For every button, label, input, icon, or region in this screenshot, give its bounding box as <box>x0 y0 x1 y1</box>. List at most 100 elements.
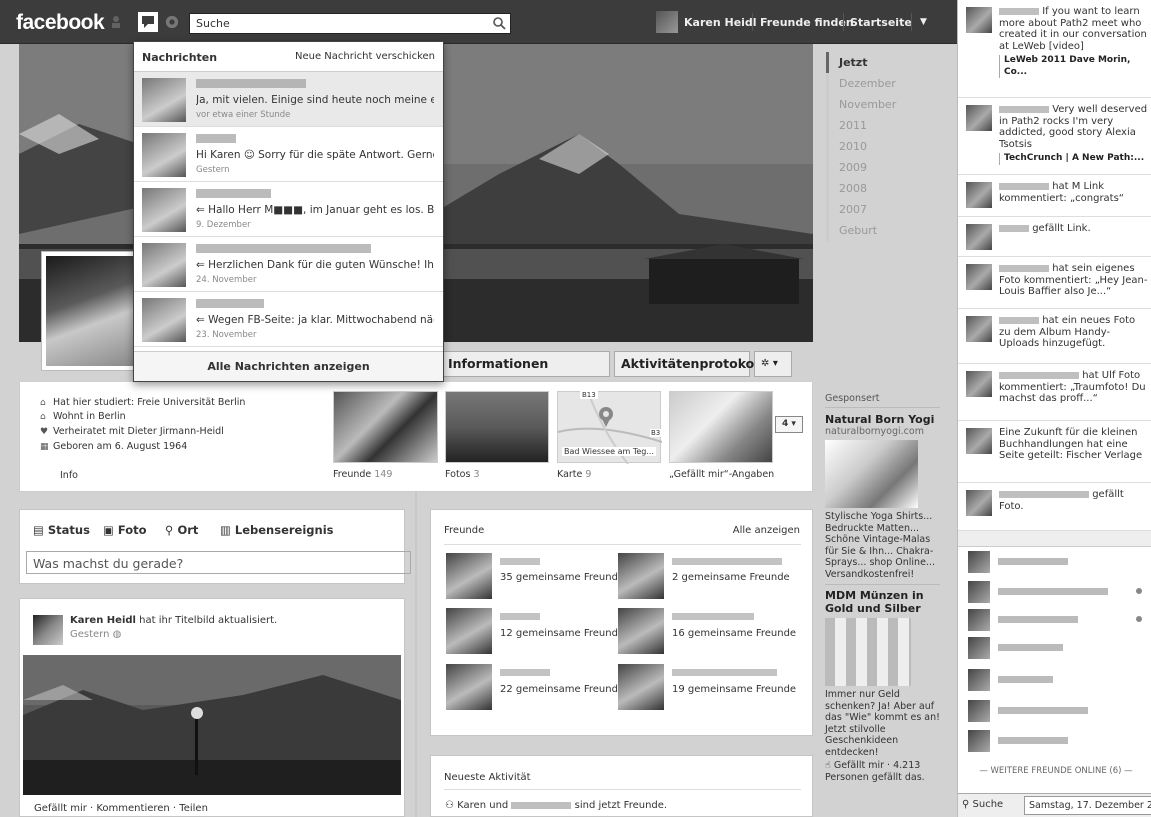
ticker-item[interactable]: hat ein neues Foto zu dem Album Handy-Up… <box>958 309 1151 364</box>
chat-friend[interactable] <box>958 668 1151 692</box>
post-actions[interactable]: Gefällt mir · Kommentieren · Teilen <box>34 803 208 814</box>
friends-tile-caption: Freunde 149 <box>333 469 392 480</box>
ticker-text: hat M Link kommentiert: „congrats“ <box>999 181 1149 204</box>
mutual-friends-count[interactable]: 16 gemeinsame Freunde <box>672 628 796 639</box>
notifications-icon[interactable] <box>164 15 180 29</box>
friend-requests-icon[interactable] <box>111 15 127 29</box>
timeline-item-2007[interactable]: 2007 <box>826 199 936 220</box>
message-item[interactable]: ⇐ Wegen FB-Seite: ja klar. Mittwochabend… <box>134 292 443 347</box>
ticker-text: gefällt Foto. <box>999 489 1149 512</box>
post-image[interactable] <box>23 655 401 795</box>
friend-name-blurred[interactable] <box>500 613 540 620</box>
ticker-item[interactable]: gefällt Link. <box>958 217 1151 257</box>
show-all-friends-link[interactable]: Alle anzeigen <box>733 525 800 536</box>
friend-name-blurred[interactable] <box>672 558 782 565</box>
message-item[interactable]: Ja, mit vielen. Einige sind heute noch m… <box>134 72 443 127</box>
more-sections-button[interactable]: 4 ▾ <box>775 416 803 433</box>
user-name-link[interactable]: Karen Heidl <box>684 16 757 29</box>
ad-title[interactable]: MDM Münzen in Gold und Silber <box>825 589 940 615</box>
ticker-item[interactable]: Eine Zukunft für die kleinen Buchhandlun… <box>958 421 1151 483</box>
tab-life-event[interactable]: ▥ Lebensereignis <box>220 523 334 537</box>
account-menu-chevron-icon[interactable]: ▼ <box>920 17 927 27</box>
ticker-resize-handle[interactable] <box>958 531 1151 547</box>
more-friends-online[interactable]: — WEITERE FREUNDE ONLINE (6) — <box>966 766 1146 776</box>
ad-url[interactable]: naturalbornyogi.com <box>825 426 940 437</box>
friend-avatar[interactable] <box>618 664 664 710</box>
friend-name-blurred[interactable] <box>511 801 572 809</box>
mutual-friends-count[interactable]: 12 gemeinsame Freunde <box>500 628 624 639</box>
ticker-item[interactable]: hat sein eigenes Foto kommentiert: „Hey … <box>958 257 1151 309</box>
chat-friend[interactable] <box>958 729 1151 753</box>
timeline-item-november[interactable]: November <box>826 94 936 115</box>
chat-friend[interactable] <box>958 699 1151 723</box>
friend-name-blurred[interactable] <box>500 558 540 565</box>
find-friends-link[interactable]: Freunde finden <box>760 16 854 29</box>
post-timestamp[interactable]: Gestern ◍ <box>70 629 121 640</box>
tab-photo[interactable]: ▣ Foto <box>103 523 147 537</box>
about-relationship: ♥ Verheiratet mit Dieter Jirmann-Heidl <box>40 426 224 437</box>
ticker-link[interactable]: LeWeb 2011 Dave Morin, Co... <box>999 55 1149 78</box>
show-all-messages-link[interactable]: Alle Nachrichten anzeigen <box>134 351 443 381</box>
message-item[interactable]: ⇐ Herzlichen Dank für die guten Wünsche!… <box>134 237 443 292</box>
ticker-item[interactable]: gefällt Foto. <box>958 483 1151 531</box>
activity-item[interactable]: ⚇ Karen und sind jetzt Freunde. <box>445 800 667 811</box>
mutual-friends-count[interactable]: 22 gemeinsame Freunde <box>500 684 624 695</box>
chat-friend[interactable] <box>958 608 1151 632</box>
ad-like[interactable]: ☝ Gefällt mir · 4.213 Personen gefällt d… <box>825 760 940 783</box>
likes-tile[interactable] <box>669 391 773 463</box>
timeline-item-2010[interactable]: 2010 <box>826 136 936 157</box>
info-link[interactable]: Info <box>60 470 78 481</box>
search-icon[interactable] <box>492 16 506 30</box>
chat-search-button[interactable]: ⚲ Suche <box>962 799 1003 810</box>
mutual-friends-count[interactable]: 35 gemeinsame Freunde <box>500 572 624 583</box>
search-input[interactable]: Suche <box>189 13 511 34</box>
post-author-avatar[interactable] <box>33 615 63 645</box>
friends-tile[interactable] <box>333 391 438 463</box>
friend-name-blurred[interactable] <box>672 669 777 676</box>
activity-log-button[interactable]: Aktivitätenprotokoll <box>614 351 763 377</box>
friend-avatar[interactable] <box>618 608 664 654</box>
ticker-item[interactable]: hat Ulf Foto kommentiert: „Traumfoto! Du… <box>958 364 1151 421</box>
timeline-item-2009[interactable]: 2009 <box>826 157 936 178</box>
mutual-friends-count[interactable]: 2 gemeinsame Freunde <box>672 572 790 583</box>
ticker-item[interactable]: Very well deserved in Path2 rocks I'm ve… <box>958 98 1151 175</box>
ad-title[interactable]: Natural Born Yogi <box>825 413 940 426</box>
message-item[interactable]: ⇐ Hallo Herr M■■■, im Januar geht es los… <box>134 182 443 237</box>
ticker-link[interactable]: TechCrunch | A New Path:... <box>999 153 1149 165</box>
friend-name-blurred[interactable] <box>500 669 550 676</box>
home-link[interactable]: Startseite <box>850 16 912 29</box>
profile-picture[interactable] <box>41 251 141 371</box>
new-message-link[interactable]: Neue Nachricht verschicken <box>295 51 435 62</box>
timeline-item-2011[interactable]: 2011 <box>826 115 936 136</box>
chat-friend[interactable] <box>958 580 1151 604</box>
ad-image[interactable] <box>825 440 918 508</box>
timeline-item-december[interactable]: Dezember <box>826 73 936 94</box>
facebook-logo[interactable]: facebook <box>16 11 105 35</box>
timeline-item-birth[interactable]: Geburt <box>826 220 936 241</box>
user-avatar[interactable] <box>656 11 678 33</box>
timeline-item-2008[interactable]: 2008 <box>826 178 936 199</box>
post-author-name[interactable]: Karen Heidl <box>70 615 136 626</box>
friend-avatar[interactable] <box>446 664 492 710</box>
message-avatar <box>142 133 186 177</box>
chat-friend[interactable] <box>958 550 1151 574</box>
tab-place[interactable]: ⚲ Ort <box>165 523 198 537</box>
ticker-item[interactable]: hat M Link kommentiert: „congrats“ <box>958 175 1151 217</box>
friend-name-blurred[interactable] <box>672 613 754 620</box>
settings-gear-icon[interactable]: ✲ ▾ <box>754 351 792 377</box>
friend-avatar[interactable] <box>618 553 664 599</box>
photos-tile[interactable] <box>445 391 549 463</box>
friend-avatar[interactable] <box>446 608 492 654</box>
map-tile[interactable]: B13 B3 Bad Wiessee am Teg... <box>557 391 663 465</box>
tab-status[interactable]: ▤ Status <box>33 523 90 537</box>
friend-avatar[interactable] <box>446 553 492 599</box>
chat-friend[interactable] <box>958 636 1151 660</box>
edit-info-button[interactable]: Informationen bearbeiten <box>441 351 610 395</box>
ticker-item[interactable]: If you want to learn more about Path2 me… <box>958 0 1151 98</box>
messages-icon[interactable] <box>138 12 158 32</box>
message-item[interactable]: Hi Karen ☺ Sorry für die späte Antwort. … <box>134 127 443 182</box>
status-input[interactable]: Was machst du gerade? <box>26 551 411 574</box>
ad-image[interactable] <box>825 618 911 686</box>
mutual-friends-count[interactable]: 19 gemeinsame Freunde <box>672 684 796 695</box>
timeline-item-now[interactable]: Jetzt <box>826 52 936 73</box>
